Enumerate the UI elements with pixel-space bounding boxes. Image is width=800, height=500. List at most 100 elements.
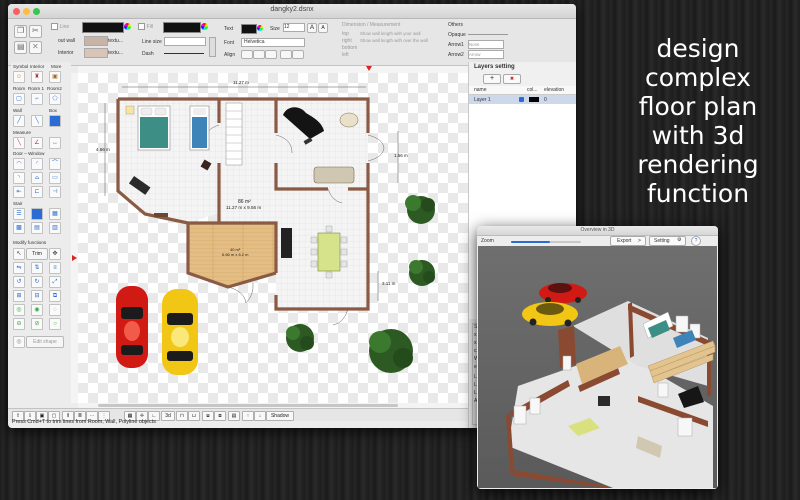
edit-shape-icon-button[interactable]: ◎ — [13, 336, 25, 348]
measure-tool-1[interactable]: ╲ — [13, 137, 25, 149]
align-tool[interactable]: ≡ — [49, 262, 61, 274]
out-wall-swatch[interactable] — [84, 36, 108, 46]
arrow1-select[interactable]: None — [468, 40, 504, 49]
export-button[interactable]: Export > — [610, 236, 646, 246]
arrow2-select[interactable]: Arrow — [468, 50, 504, 59]
window-tool-3[interactable]: ▭ — [49, 172, 61, 184]
tree-3[interactable] — [286, 324, 314, 352]
size-field[interactable]: 12 — [283, 23, 305, 32]
align-center-button[interactable] — [253, 50, 265, 59]
wall-tool[interactable]: ╱ — [13, 115, 25, 127]
layer-row[interactable]: Layer 1 0 — [469, 95, 576, 104]
flip-tool[interactable]: ⇅ — [31, 262, 43, 274]
combine-tool[interactable]: ⧉ — [49, 290, 61, 302]
tree-4[interactable] — [369, 329, 413, 373]
smiley-tool[interactable]: ☺ — [13, 71, 25, 83]
layer-elevation[interactable]: 0 — [544, 97, 547, 103]
subtract-tool[interactable]: ◌ — [49, 304, 61, 316]
edit-shape-button[interactable]: Edit shape — [26, 336, 64, 348]
door-tool-2[interactable]: ◜ — [31, 158, 43, 170]
category-room[interactable]: Room — [13, 86, 25, 91]
move-up-button[interactable]: ↑ — [242, 411, 254, 421]
armchair[interactable] — [339, 112, 359, 128]
stair-tool-2[interactable] — [31, 208, 43, 220]
view-3d-button[interactable]: 3d — [161, 411, 175, 421]
layer-visible-checkbox[interactable] — [519, 97, 524, 102]
rect-room-tool[interactable]: ▢ — [13, 93, 25, 105]
union-tool[interactable]: ◎ — [13, 304, 25, 316]
copy-button[interactable]: ❐ — [14, 25, 27, 38]
category-symbol[interactable]: Symbol — [13, 64, 28, 69]
poly-room-tool[interactable]: ⬠ — [49, 93, 61, 105]
window-tool-2[interactable]: ⌓ — [31, 172, 43, 184]
scroll-thumb[interactable] — [98, 404, 398, 407]
category-interior[interactable]: Interior — [30, 64, 44, 69]
col-color[interactable]: col... — [527, 87, 538, 93]
align-middle-button[interactable] — [292, 50, 304, 59]
staircase[interactable] — [225, 102, 243, 166]
category-wall[interactable]: Wall — [13, 108, 22, 113]
line-size-select[interactable] — [164, 37, 206, 46]
interior-texture[interactable]: textu... — [108, 50, 123, 56]
scale-tool[interactable]: ⤢ — [49, 276, 61, 288]
category-box[interactable]: Box — [49, 108, 57, 113]
bottom-tool-11[interactable]: ▤ — [228, 411, 240, 421]
window-tool-1[interactable]: ◝ — [13, 172, 25, 184]
line-color-wheel-icon[interactable] — [124, 23, 131, 30]
align-left-button[interactable] — [241, 50, 253, 59]
opening-tool-2[interactable]: ⊏ — [31, 186, 43, 198]
ungroup-tool[interactable]: ⊟ — [31, 290, 43, 302]
category-room1[interactable]: Room 1 — [28, 86, 44, 91]
render-3d-view[interactable] — [478, 246, 717, 488]
category-measure[interactable]: Measure — [13, 130, 31, 135]
dim-top-option[interactable]: top — [342, 31, 349, 37]
dim-opt-2[interactable]: Show wall length with over the wall — [360, 38, 428, 43]
box-tool[interactable] — [49, 115, 61, 127]
rotate-right-tool[interactable]: ↻ — [31, 276, 43, 288]
shadow-button[interactable]: Shadow — [266, 411, 294, 421]
exclude-tool[interactable]: ⊖ — [13, 318, 25, 330]
paste-button[interactable]: ▤ — [14, 41, 27, 54]
measure-tool-2[interactable]: ∠ — [31, 137, 43, 149]
stair-tool-3[interactable]: ▦ — [49, 208, 61, 220]
fill-checkbox[interactable] — [138, 23, 145, 30]
ruler-marker-icon[interactable] — [366, 66, 372, 71]
add-layer-button[interactable]: + — [483, 74, 501, 84]
category-door-window[interactable]: Door – Window — [13, 151, 44, 156]
line-toggle[interactable]: Line — [51, 23, 69, 30]
fill-color-wheel-icon[interactable] — [201, 23, 208, 30]
red-car[interactable] — [116, 286, 148, 368]
wall-line-tool[interactable]: ╲ — [31, 115, 43, 127]
lock-button[interactable]: ⊓ — [176, 411, 188, 421]
dash-select[interactable] — [164, 53, 204, 54]
setting-button[interactable]: Setting ⚙ — [649, 236, 686, 246]
mirror-tool[interactable]: ⇋ — [13, 262, 25, 274]
yellow-car[interactable] — [162, 289, 198, 375]
nightstand[interactable] — [125, 105, 135, 115]
layer-name[interactable]: Layer 1 — [474, 97, 491, 103]
bottom-tool-9[interactable]: ⧈ — [202, 411, 214, 421]
door-tool-3[interactable]: ⌒ — [49, 158, 61, 170]
sofa[interactable] — [313, 166, 355, 184]
opaque-slider[interactable] — [468, 34, 508, 35]
divide-tool[interactable]: ⊘ — [31, 318, 43, 330]
dim-left-option[interactable]: left — [342, 52, 349, 58]
move-down-button[interactable]: ↓ — [254, 411, 266, 421]
rotate-left-tool[interactable]: ↺ — [13, 276, 25, 288]
align-top-button[interactable] — [280, 50, 292, 59]
font-smaller-button[interactable]: A — [318, 23, 328, 33]
help-button[interactable]: ? — [691, 236, 701, 246]
col-name[interactable]: name — [474, 87, 487, 93]
tree-1[interactable] — [405, 195, 435, 224]
interior-swatch[interactable] — [84, 48, 108, 58]
category-more[interactable]: More — [51, 64, 61, 69]
line-checkbox[interactable] — [51, 23, 58, 30]
text-color-well[interactable] — [241, 24, 257, 34]
intersect-tool[interactable]: ◉ — [31, 304, 43, 316]
l-room-tool[interactable]: ⌐ — [31, 93, 43, 105]
category-room2[interactable]: Room2 — [47, 86, 62, 91]
furniture-tool[interactable]: ♜ — [31, 71, 43, 83]
category-stair[interactable]: Stair — [13, 201, 22, 206]
layer-color-swatch[interactable] — [529, 97, 539, 102]
stair-tool-6[interactable]: ▥ — [49, 222, 61, 234]
